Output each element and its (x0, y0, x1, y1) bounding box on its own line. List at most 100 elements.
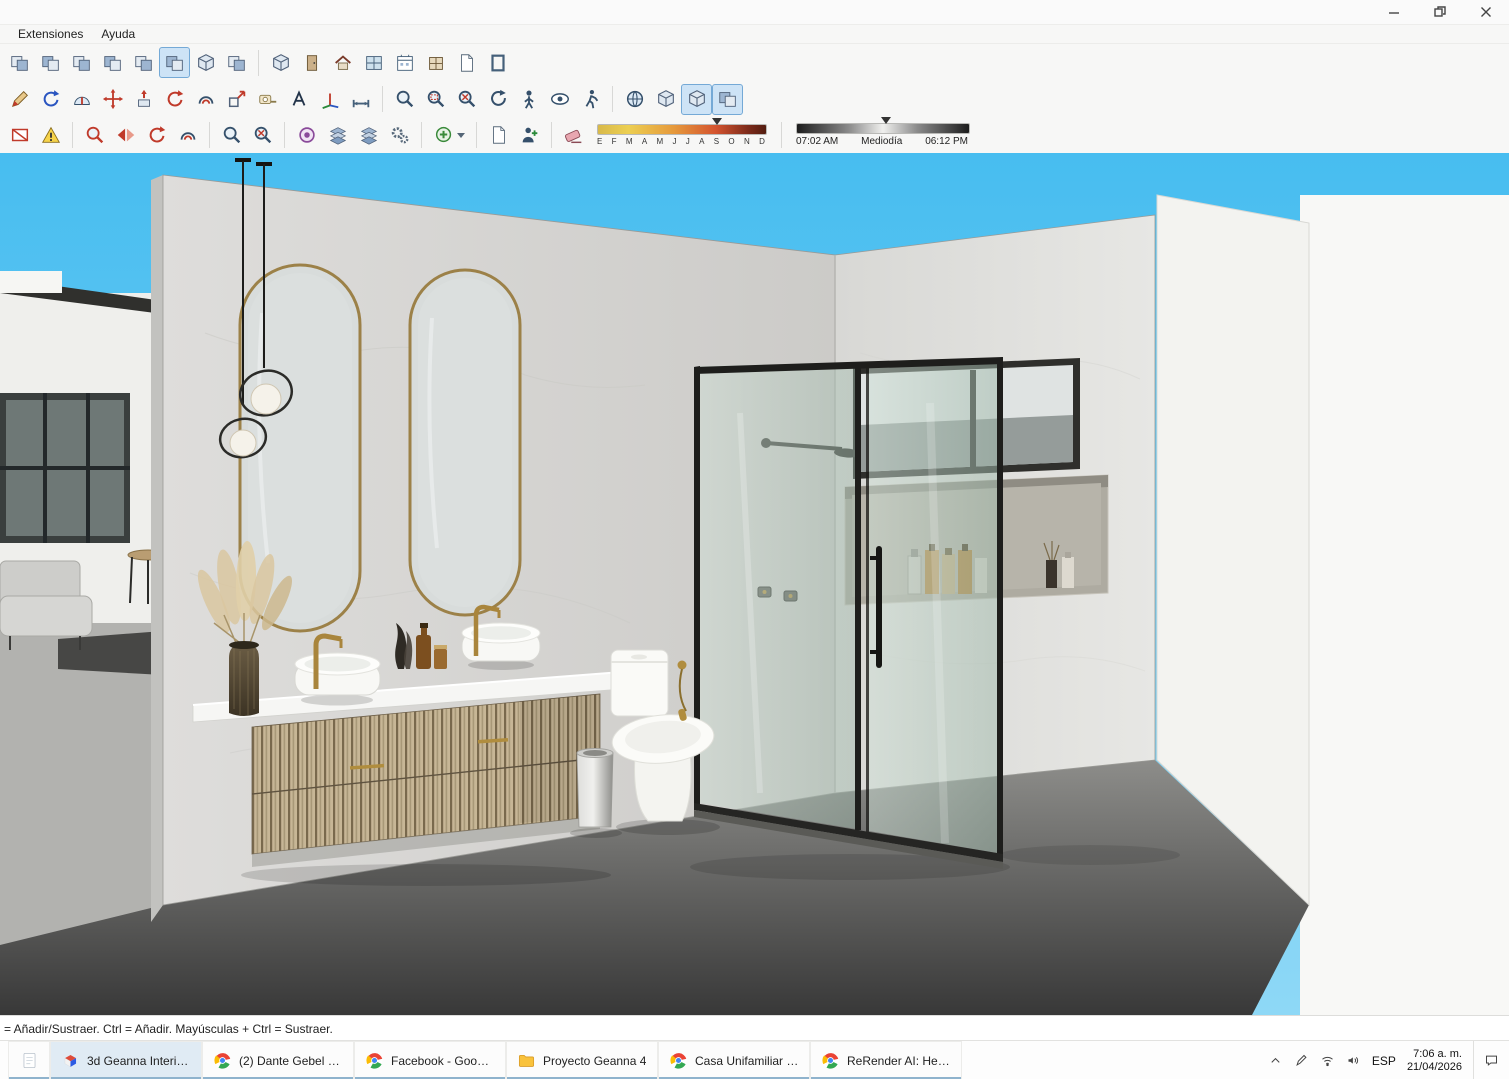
walk-icon[interactable] (575, 84, 606, 115)
cabinet-icon[interactable] (420, 47, 451, 78)
zoom-window-icon[interactable] (420, 84, 451, 115)
wifi-icon[interactable] (1320, 1053, 1335, 1068)
solid-inspector-icon[interactable] (291, 120, 322, 151)
trim-icon[interactable] (128, 47, 159, 78)
shower-door-handle[interactable] (876, 546, 882, 668)
taskbar-item-sketchup[interactable]: 3d Geanna Interior ... (50, 1041, 202, 1079)
scale-icon[interactable] (221, 84, 252, 115)
shadow-date-marker[interactable] (712, 118, 722, 125)
orbit-globe-icon[interactable] (619, 84, 650, 115)
shadow-date-track[interactable] (597, 124, 767, 135)
restore-button[interactable] (1417, 0, 1463, 24)
taskbar-item-facebook[interactable]: Facebook - Google ... (354, 1041, 506, 1079)
face-style-textured-icon[interactable] (712, 84, 743, 115)
door-icon[interactable] (296, 47, 327, 78)
text-icon[interactable] (283, 84, 314, 115)
component-box-icon[interactable] (265, 47, 296, 78)
new-document-icon[interactable] (483, 120, 514, 151)
month-label: S (714, 137, 719, 146)
toolbar-row-1 (0, 44, 1509, 81)
dimension-icon[interactable] (345, 84, 376, 115)
stack-icon[interactable] (353, 120, 384, 151)
taskbar-clock[interactable]: 7:06 a. m. 21/04/2026 (1407, 1048, 1462, 1074)
push-pull-icon[interactable] (128, 84, 159, 115)
chevron-up-icon[interactable] (1268, 1053, 1283, 1068)
month-labels: EFMAMJJASOND (597, 137, 765, 146)
month-label: E (597, 137, 602, 146)
settings-gears-icon[interactable] (384, 120, 415, 151)
taskbar-item-proyecto-folder[interactable]: Proyecto Geanna 4 (506, 1041, 658, 1079)
zoom-extents-icon[interactable] (247, 120, 278, 151)
curve-tool-icon[interactable] (172, 120, 203, 151)
oval-mirror-right[interactable] (410, 270, 520, 615)
taskbar-item-rerender-ai[interactable]: ReRender AI: Herra... (810, 1041, 962, 1079)
refresh-icon[interactable] (141, 120, 172, 151)
eraser-icon[interactable] (558, 120, 589, 151)
shadow-date-slider[interactable]: EFMAMJJASOND (597, 124, 767, 146)
subtract-icon[interactable] (97, 47, 128, 78)
minimize-button[interactable] (1371, 0, 1417, 24)
face-style-iso-icon[interactable] (650, 84, 681, 115)
intersect-icon[interactable] (35, 47, 66, 78)
outer-shell-icon[interactable] (4, 47, 35, 78)
zoom-extents-icon[interactable] (451, 84, 482, 115)
taskbar-item-dante-gebel[interactable]: (2) Dante Gebel #94... (202, 1041, 354, 1079)
cube-tool-b-icon[interactable] (221, 47, 252, 78)
volume-icon[interactable] (1346, 1053, 1361, 1068)
left-wall-edge (151, 175, 163, 922)
window-grid-icon[interactable] (358, 47, 389, 78)
zoom-icon[interactable] (389, 84, 420, 115)
taskbar-file-explorer[interactable] (8, 1041, 50, 1079)
exterior-living-area[interactable] (0, 271, 168, 953)
reverse-faces-icon[interactable] (110, 120, 141, 151)
trash-can[interactable] (577, 749, 613, 828)
glass-shower[interactable] (694, 357, 1003, 869)
house-icon[interactable] (327, 47, 358, 78)
restore-icon (1434, 6, 1446, 18)
sheet-icon[interactable] (451, 47, 482, 78)
notification-icon (1484, 1053, 1499, 1068)
chrome-icon (669, 1051, 688, 1070)
add-person-icon[interactable] (514, 120, 545, 151)
section-plane-icon[interactable] (4, 120, 35, 151)
face-style-shaded-icon[interactable] (681, 84, 712, 115)
add-location-icon[interactable] (428, 120, 470, 151)
orbit-icon[interactable] (35, 84, 66, 115)
action-center-button[interactable] (1473, 1041, 1499, 1079)
close-button[interactable] (1463, 0, 1509, 24)
menu-extensiones[interactable]: Extensiones (10, 27, 91, 41)
shadow-time-slider[interactable]: 07:02 AM Mediodía 06:12 PM (796, 123, 970, 147)
move-icon[interactable] (97, 84, 128, 115)
viewport-canvas[interactable] (0, 153, 1509, 1015)
axes-icon[interactable] (314, 84, 345, 115)
menu-ayuda[interactable]: Ayuda (93, 27, 143, 41)
pen-icon[interactable] (1294, 1053, 1309, 1068)
inspect-zoom-icon[interactable] (79, 120, 110, 151)
split-icon[interactable] (159, 47, 190, 78)
shadow-time-marker[interactable] (881, 117, 891, 124)
menu-bar: Extensiones Ayuda (0, 25, 1509, 44)
door-frame-icon[interactable] (482, 47, 513, 78)
tape-measure-icon[interactable] (252, 84, 283, 115)
shadow-start-time: 07:02 AM (796, 136, 838, 147)
protractor-icon[interactable] (66, 84, 97, 115)
warning-triangle-icon[interactable] (35, 120, 66, 151)
offset-icon[interactable] (190, 84, 221, 115)
cube-tool-a-icon[interactable] (190, 47, 221, 78)
shadow-time-track[interactable] (796, 123, 970, 134)
previous-view-icon[interactable] (482, 84, 513, 115)
look-around-icon[interactable] (544, 84, 575, 115)
union-icon[interactable] (66, 47, 97, 78)
vessel-sink-right[interactable] (462, 623, 540, 670)
toolbar-row-3: EFMAMJJASOND 07:02 AM Mediodía 06:12 PM (0, 117, 1509, 154)
rotate-icon[interactable] (159, 84, 190, 115)
layers-icon[interactable] (322, 120, 353, 151)
position-camera-icon[interactable] (513, 84, 544, 115)
freehand-icon[interactable] (4, 84, 35, 115)
taskbar-item-casa-unifamiliar[interactable]: Casa Unifamiliar en... (658, 1041, 810, 1079)
language-indicator[interactable]: ESP (1372, 1054, 1396, 1068)
calendar-icon[interactable] (389, 47, 420, 78)
zoom-icon[interactable] (216, 120, 247, 151)
taskbar-item-label: (2) Dante Gebel #94... (239, 1054, 343, 1068)
vessel-sink-left[interactable] (295, 653, 380, 706)
